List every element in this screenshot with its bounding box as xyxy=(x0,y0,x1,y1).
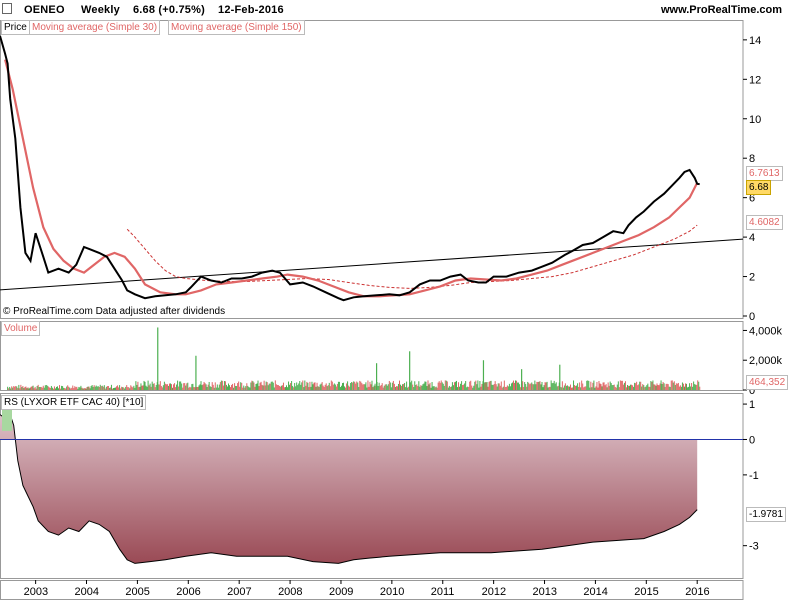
price-tick-label: 2 xyxy=(749,272,755,284)
rs-tick-label: 1 xyxy=(749,399,755,411)
time-tick-label: 2012 xyxy=(482,586,506,598)
time-tick-label: 2014 xyxy=(583,586,607,598)
rs-tick-label: -3 xyxy=(749,541,759,553)
price-tick-label: 0 xyxy=(749,311,755,323)
ma150-value-label: 4.6082 xyxy=(746,215,783,230)
time-tick-label: 2016 xyxy=(685,586,709,598)
price-tick-label: 10 xyxy=(749,114,761,126)
legend-price[interactable]: Price xyxy=(1,20,30,35)
price-tick-label: 8 xyxy=(749,153,755,165)
legend-rs[interactable]: RS (LYXOR ETF CAC 40) [*10] xyxy=(1,395,147,410)
rs-value-label: -1.9781 xyxy=(746,507,786,522)
time-tick-label: 2007 xyxy=(227,586,251,598)
legend-volume[interactable]: Volume xyxy=(1,321,41,336)
price-tick-label: 14 xyxy=(749,35,761,47)
time-tick-label: 2004 xyxy=(75,586,99,598)
legend-ma30[interactable]: Moving average (Simple 30) xyxy=(29,20,161,35)
time-tick-label: 2005 xyxy=(125,586,149,598)
time-tick-label: 2015 xyxy=(634,586,658,598)
volume-frame xyxy=(0,321,744,391)
time-tick-label: 2008 xyxy=(278,586,302,598)
chart-svg: 024681012144,000k2,000k010-1-32003 2004 20… xyxy=(0,20,783,600)
volume-value-label: 464,352 xyxy=(746,375,789,390)
rs-tick-label: 0 xyxy=(749,434,755,446)
volume-tick-label: 4,000k xyxy=(749,325,783,337)
time-tick-label: 2003 xyxy=(24,586,48,598)
time-tick-label: 2009 xyxy=(329,586,353,598)
legend-ma150[interactable]: Moving average (Simple 150) xyxy=(168,20,305,35)
data-note: © ProRealTime.com Data adjusted after di… xyxy=(3,306,226,317)
rs-tick-label: -1 xyxy=(749,470,759,482)
time-tick-label: 2013 xyxy=(533,586,557,598)
price-frame xyxy=(0,20,744,319)
last-price-label: 6.68 xyxy=(746,180,772,195)
price-tick-label: 4 xyxy=(749,232,755,244)
time-tick-label: 2006 xyxy=(176,586,200,598)
volume-tick-label: 2,000k xyxy=(749,355,783,367)
price-tick-label: 12 xyxy=(749,74,761,86)
time-tick-label: 2010 xyxy=(380,586,404,598)
time-axis-frame xyxy=(0,580,744,600)
ma30-value-label: 6.7613 xyxy=(746,166,783,181)
time-tick-label: 2011 xyxy=(431,586,455,598)
